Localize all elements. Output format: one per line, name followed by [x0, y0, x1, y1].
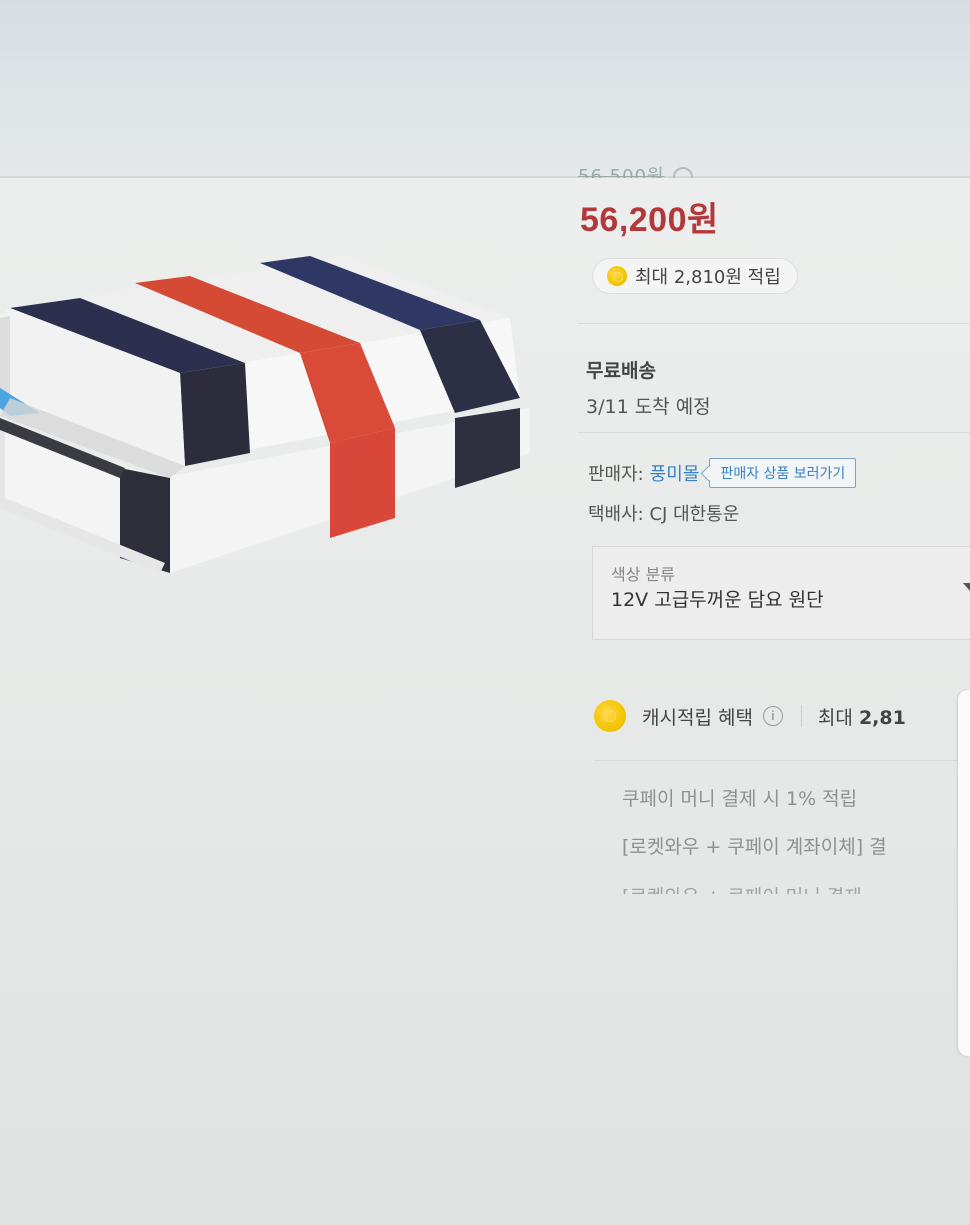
- divider: [594, 760, 970, 761]
- option-value: 12V 고급두꺼운 담요 원단: [611, 589, 824, 611]
- seller-name-link[interactable]: 풍미몰: [650, 460, 700, 486]
- list-item: [로켓와우 + 쿠페이 머니 결제: [622, 882, 970, 894]
- reward-text: 최대 2,810원 적립: [635, 267, 781, 288]
- courier-info: 택배사: CJ 대한통운: [588, 504, 740, 525]
- scrollbar[interactable]: [958, 690, 970, 1056]
- reward-badge: 최대 2,810원 적립: [592, 258, 798, 294]
- info-icon[interactable]: i: [762, 706, 783, 726]
- divider: [578, 323, 970, 324]
- cash-max-label: 최대: [817, 706, 853, 729]
- option-label: 색상 분류: [611, 565, 675, 584]
- separator: [800, 705, 802, 727]
- product-page: 56,500원 56,200원 최대 2,810원 적립 무료배송 3/11 도…: [0, 0, 970, 1225]
- seller-row: 판매자: 풍미몰 판매자 상품 보러가기: [588, 458, 857, 488]
- divider: [578, 432, 970, 433]
- list-item: [로켓와우 + 쿠페이 계좌이체] 결: [622, 836, 887, 858]
- coin-icon: [607, 266, 627, 286]
- color-option-select[interactable]: 색상 분류 12V 고급두꺼운 담요 원단: [592, 546, 970, 640]
- arrival-estimate: 3/11 도착 예정: [586, 396, 711, 418]
- cash-benefit-list: 쿠페이 머니 결제 시 1% 적립 [로켓와우 + 쿠페이 계좌이체] 결 [로…: [622, 786, 970, 916]
- cash-benefit-title: 캐시적립 혜택: [642, 706, 753, 729]
- price-info-icon[interactable]: [672, 167, 693, 178]
- product-image: [0, 256, 530, 573]
- seller-label: 판매자:: [588, 464, 644, 485]
- original-price: 56,500원: [578, 164, 693, 178]
- original-price-text: 56,500원: [578, 166, 665, 178]
- chevron-down-icon: [963, 583, 970, 591]
- cash-max-value: 2,81: [858, 706, 906, 729]
- screen-glare-band: [0, 0, 970, 178]
- cash-max: 최대 2,81: [818, 703, 906, 730]
- cash-benefit-header: 캐시적립 혜택 i 최대 2,81: [594, 700, 906, 732]
- shipping-title: 무료배송: [586, 360, 656, 382]
- list-item: 쿠페이 머니 결제 시 1% 적립: [622, 788, 858, 810]
- sale-price: 56,200원: [580, 201, 719, 239]
- coin-icon: [594, 700, 626, 732]
- seller-products-button[interactable]: 판매자 상품 보러가기: [709, 458, 857, 488]
